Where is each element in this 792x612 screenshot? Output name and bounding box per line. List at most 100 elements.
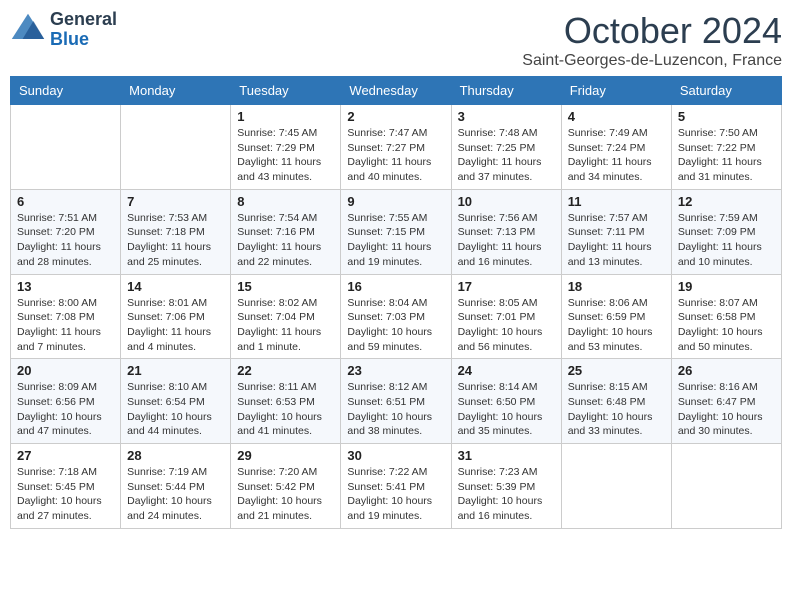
- col-wednesday: Wednesday: [341, 77, 451, 105]
- day-info: Sunrise: 7:20 AMSunset: 5:42 PMDaylight:…: [237, 465, 334, 524]
- day-number: 29: [237, 448, 334, 463]
- day-info: Sunrise: 8:11 AMSunset: 6:53 PMDaylight:…: [237, 380, 334, 439]
- day-number: 5: [678, 109, 775, 124]
- day-info: Sunrise: 8:14 AMSunset: 6:50 PMDaylight:…: [458, 380, 555, 439]
- calendar-week-3: 13Sunrise: 8:00 AMSunset: 7:08 PMDayligh…: [11, 274, 782, 359]
- col-thursday: Thursday: [451, 77, 561, 105]
- location-title: Saint-Georges-de-Luzencon, France: [522, 52, 782, 70]
- day-number: 9: [347, 194, 444, 209]
- calendar-cell: 6 Sunrise: 7:51 AMSunset: 7:20 PMDaylight…: [11, 189, 121, 274]
- logo-blue-text: Blue: [50, 29, 89, 49]
- day-number: 1: [237, 109, 334, 124]
- day-info: Sunrise: 7:47 AMSunset: 7:27 PMDaylight:…: [347, 126, 444, 185]
- day-info: Sunrise: 7:54 AMSunset: 7:16 PMDaylight:…: [237, 211, 334, 270]
- day-number: 13: [17, 279, 114, 294]
- day-number: 23: [347, 363, 444, 378]
- calendar-week-4: 20 Sunrise: 8:09 AMSunset: 6:56 PMDayligh…: [11, 359, 782, 444]
- calendar-header-row: Sunday Monday Tuesday Wednesday Thursday…: [11, 77, 782, 105]
- day-info: Sunrise: 7:48 AMSunset: 7:25 PMDaylight:…: [458, 126, 555, 185]
- calendar-cell: 29 Sunrise: 7:20 AMSunset: 5:42 PMDayligh…: [231, 444, 341, 529]
- day-number: 21: [127, 363, 224, 378]
- day-info: Sunrise: 7:18 AMSunset: 5:45 PMDaylight:…: [17, 465, 114, 524]
- calendar-table: Sunday Monday Tuesday Wednesday Thursday…: [10, 76, 782, 529]
- day-info: Sunrise: 7:57 AMSunset: 7:11 PMDaylight:…: [568, 211, 665, 270]
- day-info: Sunrise: 8:10 AMSunset: 6:54 PMDaylight:…: [127, 380, 224, 439]
- day-info: Sunrise: 7:50 AMSunset: 7:22 PMDaylight:…: [678, 126, 775, 185]
- calendar-cell: 17Sunrise: 8:05 AMSunset: 7:01 PMDayligh…: [451, 274, 561, 359]
- day-info: Sunrise: 7:49 AMSunset: 7:24 PMDaylight:…: [568, 126, 665, 185]
- day-number: 25: [568, 363, 665, 378]
- day-info: Sunrise: 7:45 AMSunset: 7:29 PMDaylight:…: [237, 126, 334, 185]
- day-number: 12: [678, 194, 775, 209]
- calendar-cell: 7Sunrise: 7:53 AMSunset: 7:18 PMDaylight…: [121, 189, 231, 274]
- title-block: October 2024 Saint-Georges-de-Luzencon, …: [522, 10, 782, 70]
- calendar-cell: 28 Sunrise: 7:19 AMSunset: 5:44 PMDayligh…: [121, 444, 231, 529]
- day-info: Sunrise: 8:02 AMSunset: 7:04 PMDaylight:…: [237, 296, 334, 355]
- day-number: 26: [678, 363, 775, 378]
- calendar-cell: [671, 444, 781, 529]
- day-info: Sunrise: 8:05 AMSunset: 7:01 PMDaylight:…: [458, 296, 555, 355]
- calendar-cell: 10 Sunrise: 7:56 AMSunset: 7:13 PMDayligh…: [451, 189, 561, 274]
- day-info: Sunrise: 8:16 AMSunset: 6:47 PMDaylight:…: [678, 380, 775, 439]
- day-info: Sunrise: 7:19 AMSunset: 5:44 PMDaylight:…: [127, 465, 224, 524]
- day-info: Sunrise: 7:56 AMSunset: 7:13 PMDaylight:…: [458, 211, 555, 270]
- calendar-cell: 2Sunrise: 7:47 AMSunset: 7:27 PMDaylight…: [341, 105, 451, 190]
- col-monday: Monday: [121, 77, 231, 105]
- calendar-cell: 23 Sunrise: 8:12 AMSunset: 6:51 PMDayligh…: [341, 359, 451, 444]
- day-number: 30: [347, 448, 444, 463]
- calendar-cell: 31 Sunrise: 7:23 AMSunset: 5:39 PMDayligh…: [451, 444, 561, 529]
- calendar-cell: 18Sunrise: 8:06 AMSunset: 6:59 PMDayligh…: [561, 274, 671, 359]
- month-title: October 2024: [522, 10, 782, 52]
- day-number: 11: [568, 194, 665, 209]
- page-header: General Blue October 2024 Saint-Georges-…: [10, 10, 782, 70]
- day-info: Sunrise: 8:09 AMSunset: 6:56 PMDaylight:…: [17, 380, 114, 439]
- calendar-cell: 16Sunrise: 8:04 AMSunset: 7:03 PMDayligh…: [341, 274, 451, 359]
- calendar-cell: [561, 444, 671, 529]
- logo: General Blue: [10, 10, 117, 50]
- calendar-cell: 1 Sunrise: 7:45 AMSunset: 7:29 PMDaylight…: [231, 105, 341, 190]
- col-sunday: Sunday: [11, 77, 121, 105]
- calendar-cell: 9 Sunrise: 7:55 AMSunset: 7:15 PMDaylight…: [341, 189, 451, 274]
- calendar-cell: 11 Sunrise: 7:57 AMSunset: 7:11 PMDayligh…: [561, 189, 671, 274]
- calendar-cell: 21 Sunrise: 8:10 AMSunset: 6:54 PMDayligh…: [121, 359, 231, 444]
- day-number: 20: [17, 363, 114, 378]
- day-number: 4: [568, 109, 665, 124]
- calendar-cell: 19Sunrise: 8:07 AMSunset: 6:58 PMDayligh…: [671, 274, 781, 359]
- calendar-cell: 22 Sunrise: 8:11 AMSunset: 6:53 PMDayligh…: [231, 359, 341, 444]
- calendar-cell: 13Sunrise: 8:00 AMSunset: 7:08 PMDayligh…: [11, 274, 121, 359]
- day-info: Sunrise: 7:51 AMSunset: 7:20 PMDaylight:…: [17, 211, 114, 270]
- calendar-cell: 8 Sunrise: 7:54 AMSunset: 7:16 PMDaylight…: [231, 189, 341, 274]
- day-number: 19: [678, 279, 775, 294]
- day-info: Sunrise: 8:12 AMSunset: 6:51 PMDaylight:…: [347, 380, 444, 439]
- day-info: Sunrise: 7:22 AMSunset: 5:41 PMDaylight:…: [347, 465, 444, 524]
- calendar-cell: 20 Sunrise: 8:09 AMSunset: 6:56 PMDayligh…: [11, 359, 121, 444]
- day-number: 15: [237, 279, 334, 294]
- col-friday: Friday: [561, 77, 671, 105]
- col-saturday: Saturday: [671, 77, 781, 105]
- calendar-week-2: 6 Sunrise: 7:51 AMSunset: 7:20 PMDaylight…: [11, 189, 782, 274]
- day-number: 28: [127, 448, 224, 463]
- day-number: 10: [458, 194, 555, 209]
- calendar-cell: 4 Sunrise: 7:49 AMSunset: 7:24 PMDaylight…: [561, 105, 671, 190]
- calendar-cell: 26 Sunrise: 8:16 AMSunset: 6:47 PMDayligh…: [671, 359, 781, 444]
- calendar-cell: 30 Sunrise: 7:22 AMSunset: 5:41 PMDayligh…: [341, 444, 451, 529]
- day-number: 8: [237, 194, 334, 209]
- day-number: 22: [237, 363, 334, 378]
- calendar-cell: 12 Sunrise: 7:59 AMSunset: 7:09 PMDayligh…: [671, 189, 781, 274]
- calendar-cell: 15 Sunrise: 8:02 AMSunset: 7:04 PMDayligh…: [231, 274, 341, 359]
- calendar-cell: [11, 105, 121, 190]
- calendar-week-1: 1 Sunrise: 7:45 AMSunset: 7:29 PMDaylight…: [11, 105, 782, 190]
- day-info: Sunrise: 7:55 AMSunset: 7:15 PMDaylight:…: [347, 211, 444, 270]
- calendar-cell: 3 Sunrise: 7:48 AMSunset: 7:25 PMDaylight…: [451, 105, 561, 190]
- day-number: 7: [127, 194, 224, 209]
- day-number: 3: [458, 109, 555, 124]
- logo-icon: [10, 12, 46, 48]
- calendar-cell: 5 Sunrise: 7:50 AMSunset: 7:22 PMDaylight…: [671, 105, 781, 190]
- day-number: 27: [17, 448, 114, 463]
- calendar-cell: 27 Sunrise: 7:18 AMSunset: 5:45 PMDayligh…: [11, 444, 121, 529]
- day-number: 6: [17, 194, 114, 209]
- logo-general-text: General: [50, 9, 117, 29]
- day-info: Sunrise: 7:23 AMSunset: 5:39 PMDaylight:…: [458, 465, 555, 524]
- day-number: 31: [458, 448, 555, 463]
- day-info: Sunrise: 7:59 AMSunset: 7:09 PMDaylight:…: [678, 211, 775, 270]
